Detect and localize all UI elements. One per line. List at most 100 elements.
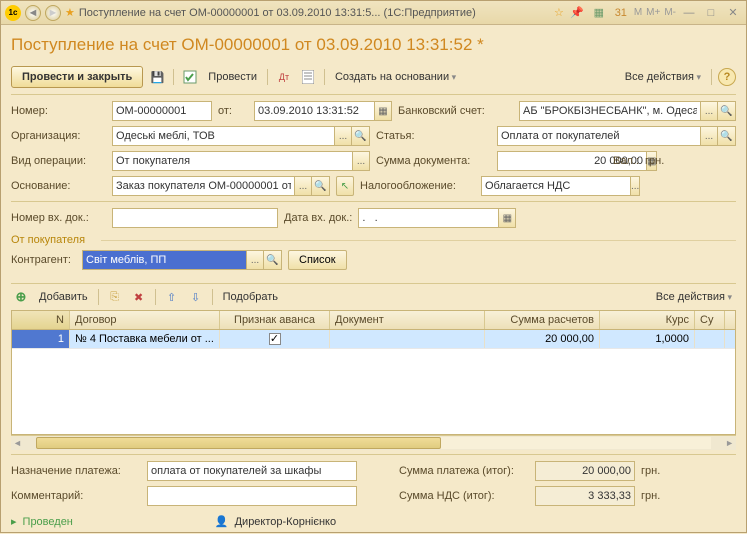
payment-sum-value	[535, 461, 635, 481]
col-document[interactable]: Документ	[330, 311, 485, 329]
currency-value: грн.	[641, 490, 660, 502]
bank-account-input[interactable]	[519, 101, 700, 121]
cell-sum: 20 000,00	[485, 330, 600, 348]
close-icon[interactable]: ✕	[724, 5, 742, 21]
grid-header: N Договор Признак аванса Документ Сумма …	[12, 311, 735, 330]
scroll-left-icon[interactable]: ◄	[13, 438, 22, 448]
contragent-label: Контрагент:	[11, 254, 76, 266]
col-sum[interactable]: Сумма расчетов	[485, 311, 600, 329]
operation-type-input[interactable]	[112, 151, 352, 171]
calc-m[interactable]: M	[634, 7, 642, 18]
currency-value: грн.	[641, 465, 660, 477]
calendar-icon[interactable]: 31	[612, 5, 630, 21]
move-down-icon[interactable]: ⇩	[186, 287, 206, 307]
col-n[interactable]: N	[12, 311, 70, 329]
select-icon[interactable]: ...	[246, 250, 264, 270]
date-picker-icon[interactable]: ▦	[374, 101, 392, 121]
incoming-number-label: Номер вх. док.:	[11, 212, 106, 224]
add-button[interactable]: Добавить	[35, 289, 92, 305]
scrollbar-thumb[interactable]	[36, 437, 441, 449]
open-icon[interactable]: 🔍	[264, 250, 282, 270]
posted-flag-icon: ▸	[11, 515, 17, 528]
create-based-button[interactable]: Создать на основании	[331, 69, 460, 85]
minimize-icon[interactable]: —	[680, 5, 698, 21]
basis-label: Основание:	[11, 180, 106, 192]
comment-input[interactable]	[147, 486, 357, 506]
article-input[interactable]	[497, 126, 700, 146]
add-icon[interactable]: ⊕	[11, 287, 31, 307]
select-icon[interactable]: ...	[334, 126, 352, 146]
calc-icon[interactable]: ▦	[590, 5, 608, 21]
calc-mminus[interactable]: M-	[664, 7, 676, 18]
vat-sum-value	[535, 486, 635, 506]
posted-status: Проведен	[23, 516, 73, 528]
horizontal-scrollbar[interactable]: ◄ ►	[11, 435, 736, 450]
move-up-icon[interactable]: ⇧	[162, 287, 182, 307]
select-icon[interactable]: ...	[700, 126, 718, 146]
copy-icon[interactable]: ⎘	[105, 287, 125, 307]
open-icon[interactable]: 🔍	[312, 176, 330, 196]
cell-extra	[695, 330, 725, 348]
incoming-date-label: Дата вх. док.:	[284, 212, 352, 224]
pin-icon[interactable]: 📌	[568, 5, 586, 21]
operation-type-label: Вид операции:	[11, 155, 106, 167]
contragent-input[interactable]	[82, 250, 246, 270]
post-icon[interactable]	[180, 67, 200, 87]
from-label: от:	[218, 105, 248, 117]
dtkt-icon[interactable]: Дт	[274, 67, 294, 87]
article-label: Статья:	[376, 130, 491, 142]
maximize-icon[interactable]: □	[702, 5, 720, 21]
calc-mplus[interactable]: M+	[646, 7, 660, 18]
purpose-input[interactable]	[147, 461, 357, 481]
help-icon[interactable]: ?	[718, 68, 736, 86]
report-icon[interactable]	[298, 67, 318, 87]
select-icon[interactable]: ...	[294, 176, 312, 196]
purpose-label: Назначение платежа:	[11, 465, 141, 477]
taxation-input[interactable]	[481, 176, 630, 196]
grid-toolbar: ⊕ Добавить ⎘ ✖ ⇧ ⇩ Подобрать Все действи…	[11, 283, 736, 310]
open-icon[interactable]: 🔍	[718, 126, 736, 146]
star-icon[interactable]: ☆	[554, 6, 564, 19]
grid-all-actions-button[interactable]: Все действия	[652, 289, 736, 305]
post-and-close-button[interactable]: Провести и закрыть	[11, 66, 143, 88]
payment-sum-label: Сумма платежа (итог):	[399, 465, 529, 477]
col-contract[interactable]: Договор	[70, 311, 220, 329]
incoming-date-input[interactable]	[358, 208, 498, 228]
delete-icon[interactable]: ✖	[129, 287, 149, 307]
col-extra[interactable]: Су	[695, 311, 725, 329]
incoming-number-input[interactable]	[112, 208, 278, 228]
bank-account-label: Банковский счет:	[398, 105, 513, 117]
number-label: Номер:	[11, 105, 106, 117]
payments-grid: N Договор Признак аванса Документ Сумма …	[11, 310, 736, 435]
list-button[interactable]: Список	[288, 250, 347, 270]
basis-input[interactable]	[112, 176, 294, 196]
col-advance[interactable]: Признак аванса	[220, 311, 330, 329]
pick-button[interactable]: Подобрать	[219, 289, 282, 305]
section-header: От покупателя	[11, 234, 736, 246]
select-icon[interactable]: ...	[700, 101, 718, 121]
col-rate[interactable]: Курс	[600, 311, 695, 329]
save-icon[interactable]: 💾	[147, 67, 167, 87]
table-row[interactable]: 1 № 4 Поставка мебели от ... ✓ 20 000,00…	[12, 330, 735, 349]
comment-label: Комментарий:	[11, 490, 141, 502]
organization-label: Организация:	[11, 130, 106, 142]
scroll-right-icon[interactable]: ►	[725, 438, 734, 448]
fill-icon[interactable]: ↖	[336, 176, 354, 196]
date-picker-icon[interactable]: ▦	[498, 208, 516, 228]
favorite-icon[interactable]: ★	[65, 6, 75, 19]
cell-advance: ✓	[220, 330, 330, 348]
all-actions-button[interactable]: Все действия	[621, 69, 705, 85]
nav-back-icon[interactable]: ◄	[25, 5, 41, 21]
open-icon[interactable]: 🔍	[718, 101, 736, 121]
window-title: Поступление на счет ОМ-00000001 от 03.09…	[79, 7, 550, 19]
organization-input[interactable]	[112, 126, 334, 146]
currency-label: Вал.:	[613, 155, 639, 167]
number-input[interactable]	[112, 101, 212, 121]
date-input[interactable]	[254, 101, 374, 121]
select-icon[interactable]: ...	[630, 176, 640, 196]
vat-sum-label: Сумма НДС (итог):	[399, 490, 529, 502]
nav-fwd-icon[interactable]: ►	[45, 5, 61, 21]
select-icon[interactable]: ...	[352, 151, 370, 171]
post-button[interactable]: Провести	[204, 69, 261, 85]
open-icon[interactable]: 🔍	[352, 126, 370, 146]
